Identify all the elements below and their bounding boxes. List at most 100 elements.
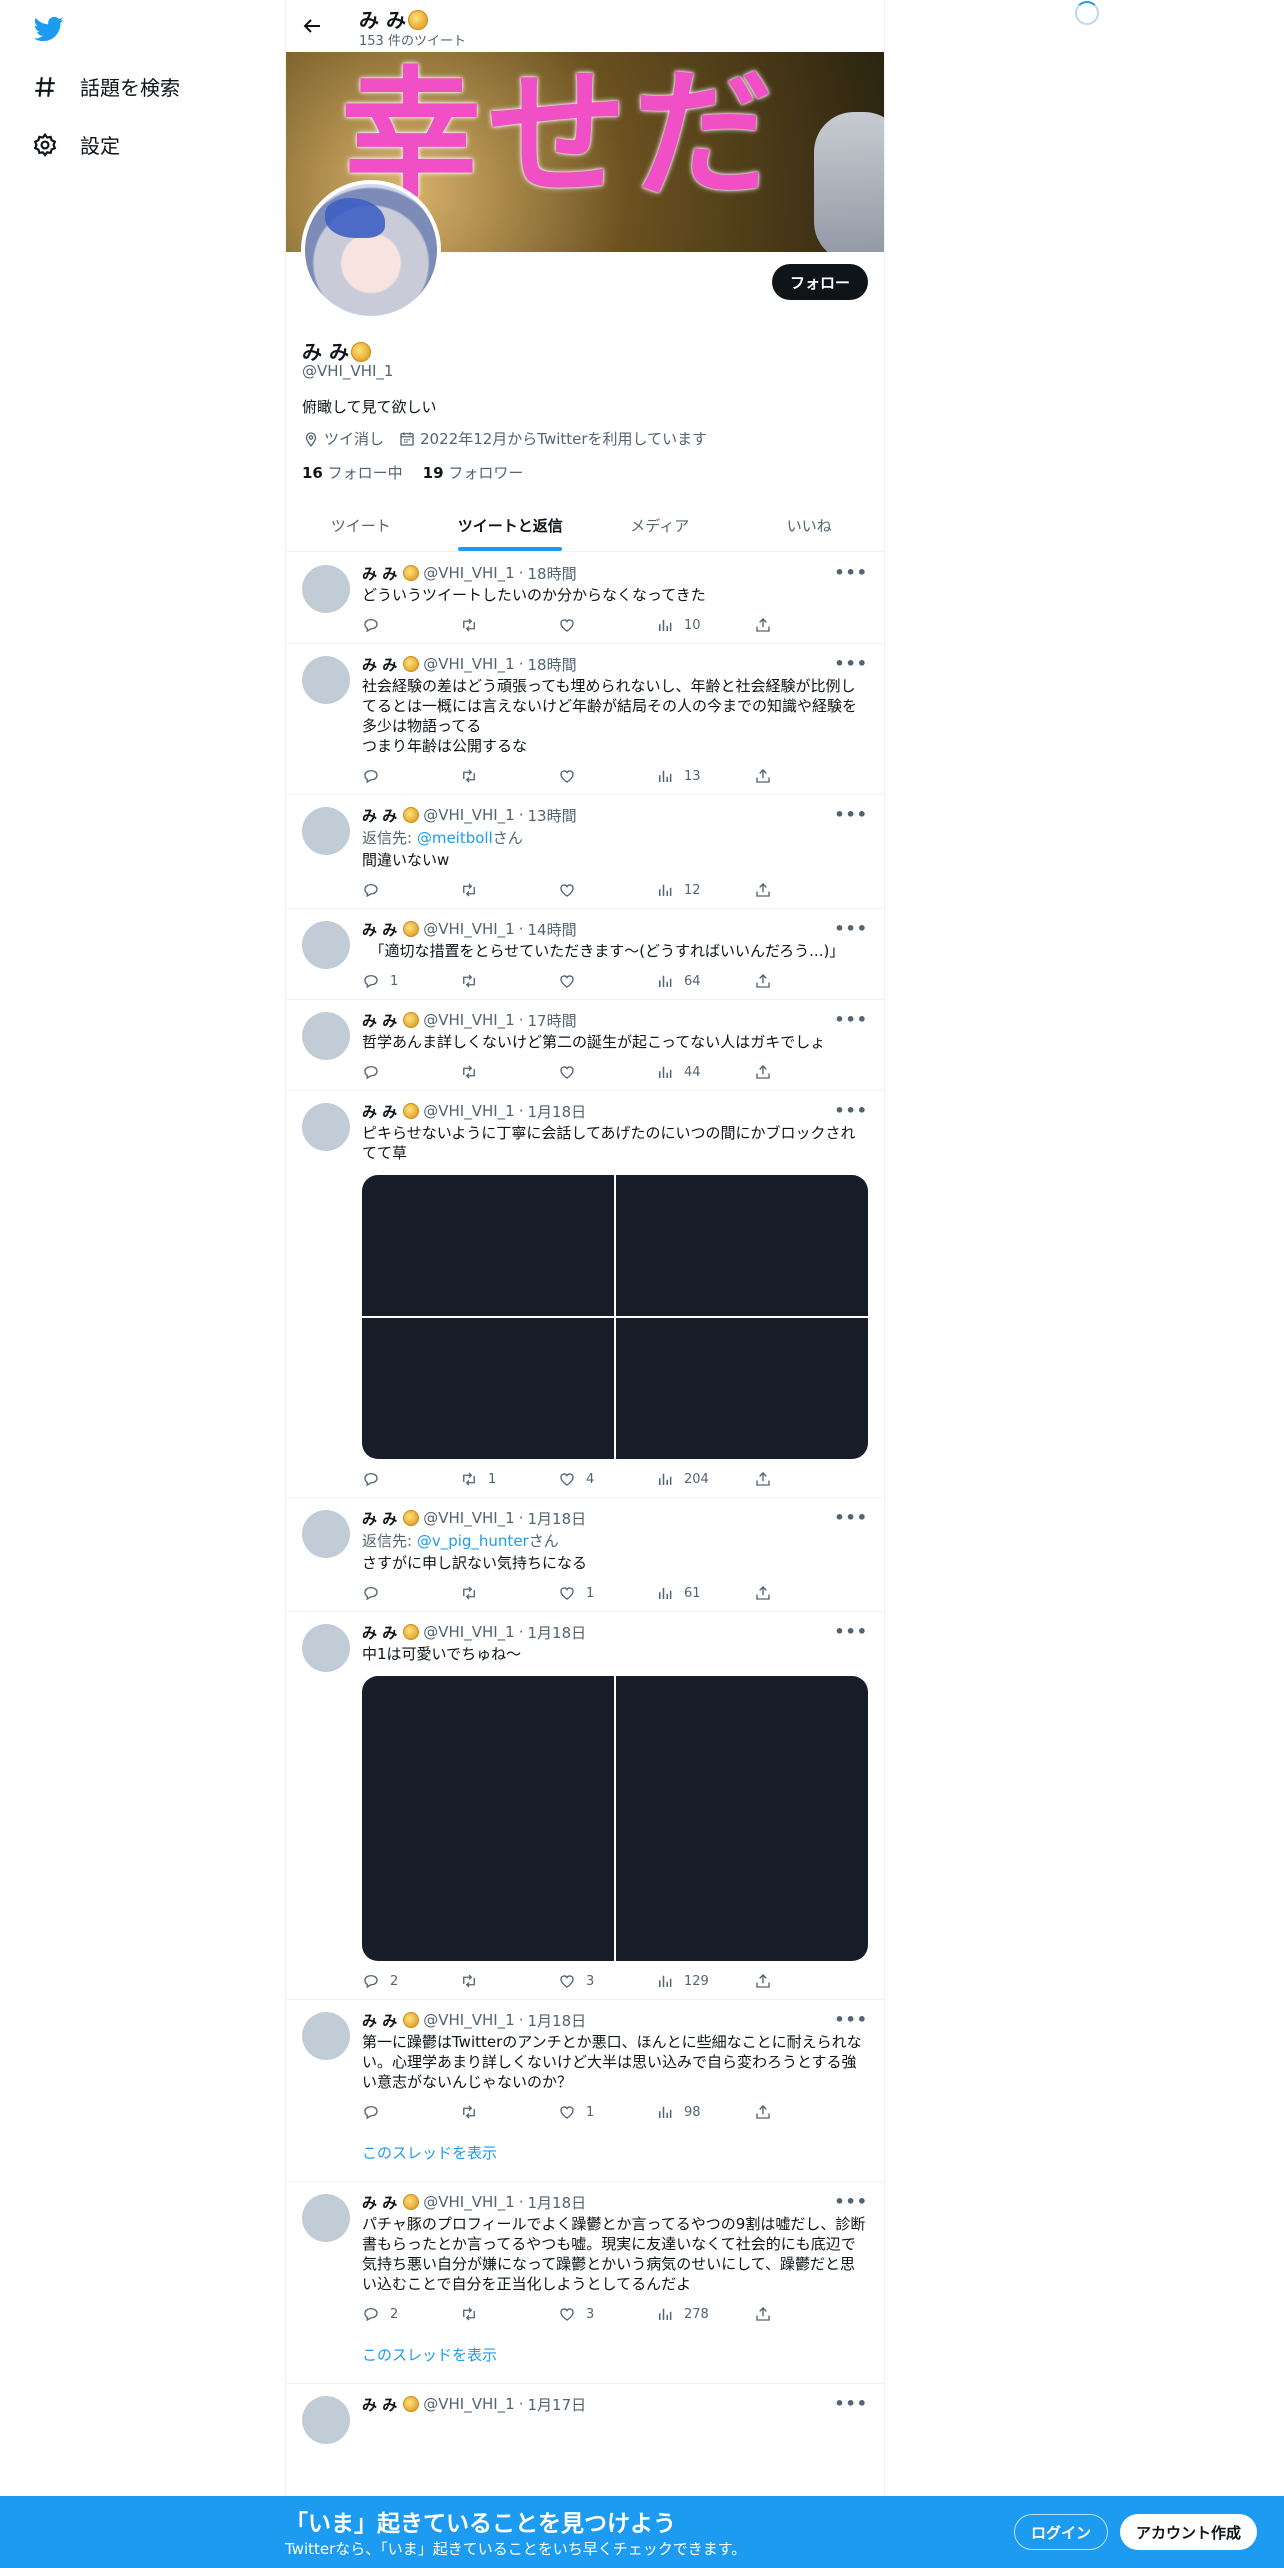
views-button[interactable]: 129	[656, 1972, 754, 1990]
tweet-time[interactable]: 1月17日	[528, 2394, 587, 2415]
tweet-author-handle[interactable]: @VHI_VHI_1	[423, 2193, 514, 2211]
show-thread-link[interactable]: このスレッドを表示	[362, 2324, 868, 2375]
tweet-author-handle[interactable]: @VHI_VHI_1	[423, 1011, 514, 1029]
tweet-author-handle[interactable]: @VHI_VHI_1	[423, 2011, 514, 2029]
tweet-author-name[interactable]: み み	[362, 2394, 397, 2415]
more-options-icon[interactable]: •••	[834, 1101, 868, 1120]
tab-tweets-and-replies[interactable]: ツイートと返信	[436, 500, 586, 551]
retweet-button[interactable]	[460, 881, 558, 899]
tweet-image[interactable]	[616, 1175, 868, 1316]
tweet[interactable]: み み @VHI_VHI_1 · 1月18日 ••• 返信先: @v_pig_hunter…	[286, 1498, 884, 1612]
tweet-avatar[interactable]	[302, 2012, 350, 2060]
tweet-author-handle[interactable]: @VHI_VHI_1	[423, 655, 514, 673]
retweet-button[interactable]	[460, 972, 558, 990]
twitter-bird-icon[interactable]	[32, 14, 66, 44]
tweet-author-handle[interactable]: @VHI_VHI_1	[423, 564, 514, 582]
tweet-image[interactable]	[616, 1676, 868, 1961]
more-options-icon[interactable]: •••	[834, 2010, 868, 2029]
tweet[interactable]: み み @VHI_VHI_1 · 1月18日 ••• 中1は可愛いでちゅね〜 2 3 129	[286, 1612, 884, 2000]
more-options-icon[interactable]: •••	[834, 805, 868, 824]
tweet-author-name[interactable]: み み	[362, 2010, 397, 2031]
tweet-author-name[interactable]: み み	[362, 1010, 397, 1031]
reply-button[interactable]	[362, 2103, 460, 2121]
retweet-button[interactable]	[460, 1063, 558, 1081]
like-button[interactable]	[558, 1063, 656, 1081]
views-button[interactable]: 204	[656, 1470, 754, 1488]
views-button[interactable]: 61	[656, 1584, 754, 1602]
more-options-icon[interactable]: •••	[834, 2192, 868, 2211]
views-button[interactable]: 64	[656, 972, 754, 990]
back-arrow-icon[interactable]	[300, 14, 324, 38]
tab-likes[interactable]: いいね	[735, 500, 885, 551]
reply-button[interactable]: 2	[362, 1972, 460, 1990]
views-button[interactable]: 13	[656, 767, 754, 785]
share-button[interactable]	[754, 1972, 852, 1990]
reply-to-handle[interactable]: @v_pig_hunter	[417, 1532, 529, 1550]
tweet[interactable]: み み @VHI_VHI_1 · 1月17日 •••	[286, 2384, 884, 2444]
more-options-icon[interactable]: •••	[834, 1622, 868, 1641]
more-options-icon[interactable]: •••	[834, 919, 868, 938]
like-button[interactable]: 3	[558, 1972, 656, 1990]
tweet-author-name[interactable]: み み	[362, 1622, 397, 1643]
more-options-icon[interactable]: •••	[834, 2394, 868, 2413]
views-button[interactable]: 98	[656, 2103, 754, 2121]
tweet-image[interactable]	[362, 1676, 614, 1961]
reply-button[interactable]	[362, 616, 460, 634]
tweet-author-name[interactable]: み み	[362, 1101, 397, 1122]
followers-link[interactable]: 19 フォロワー	[423, 462, 524, 483]
more-options-icon[interactable]: •••	[834, 654, 868, 673]
tab-media[interactable]: メディア	[585, 500, 735, 551]
show-thread-link[interactable]: このスレッドを表示	[362, 2122, 868, 2173]
tweet-author-handle[interactable]: @VHI_VHI_1	[423, 920, 514, 938]
tweet-avatar[interactable]	[302, 1012, 350, 1060]
follow-button[interactable]: フォロー	[771, 264, 868, 300]
tweet-image[interactable]	[362, 1318, 614, 1459]
like-button[interactable]	[558, 616, 656, 634]
tweet[interactable]: み み @VHI_VHI_1 · 1月18日 ••• パチャ豚のプロフィールでよく躁鬱とか…	[286, 2182, 884, 2384]
like-button[interactable]	[558, 767, 656, 785]
reply-button[interactable]	[362, 767, 460, 785]
tweet[interactable]: み み @VHI_VHI_1 · 14時間 ••• 「適切な措置をとらせていただきます～…	[286, 909, 884, 1000]
tweet-time[interactable]: 18時間	[528, 654, 577, 675]
retweet-button[interactable]	[460, 1972, 558, 1990]
more-options-icon[interactable]: •••	[834, 1010, 868, 1029]
share-button[interactable]	[754, 1063, 852, 1081]
like-button[interactable]: 1	[558, 2103, 656, 2121]
tweet-avatar[interactable]	[302, 1624, 350, 1672]
tweet[interactable]: み み @VHI_VHI_1 · 13時間 ••• 返信先: @meitbollさん 間違い…	[286, 795, 884, 909]
tweet-avatar[interactable]	[302, 921, 350, 969]
retweet-button[interactable]	[460, 2305, 558, 2323]
reply-button[interactable]: 2	[362, 2305, 460, 2323]
tweet[interactable]: み み @VHI_VHI_1 · 1月18日 ••• 第一に躁鬱はTwitterのアンチと…	[286, 2000, 884, 2182]
tweet-time[interactable]: 14時間	[528, 919, 577, 940]
like-button[interactable]	[558, 881, 656, 899]
more-options-icon[interactable]: •••	[834, 1508, 868, 1527]
share-button[interactable]	[754, 1470, 852, 1488]
reply-button[interactable]	[362, 1584, 460, 1602]
share-button[interactable]	[754, 881, 852, 899]
tab-tweets[interactable]: ツイート	[286, 500, 436, 551]
tweet-avatar[interactable]	[302, 2194, 350, 2242]
tweet-author-handle[interactable]: @VHI_VHI_1	[423, 1623, 514, 1641]
reply-button[interactable]	[362, 881, 460, 899]
tweet-time[interactable]: 1月18日	[528, 1101, 587, 1122]
tweet-author-handle[interactable]: @VHI_VHI_1	[423, 806, 514, 824]
retweet-button[interactable]	[460, 616, 558, 634]
tweet-image[interactable]	[362, 1175, 614, 1316]
following-link[interactable]: 16 フォロー中	[302, 462, 403, 483]
reply-button[interactable]	[362, 1063, 460, 1081]
signup-button[interactable]: アカウント作成	[1120, 2514, 1258, 2550]
share-button[interactable]	[754, 616, 852, 634]
tweet[interactable]: み み @VHI_VHI_1 · 18時間 ••• どういうツイートしたいのか分からなくな…	[286, 553, 884, 644]
tweet-time[interactable]: 1月18日	[528, 1622, 587, 1643]
more-options-icon[interactable]: •••	[834, 563, 868, 582]
tweet-time[interactable]: 18時間	[528, 563, 577, 584]
tweet[interactable]: み み @VHI_VHI_1 · 18時間 ••• 社会経験の差はどう頑張っても埋められな…	[286, 644, 884, 795]
share-button[interactable]	[754, 2103, 852, 2121]
reply-button[interactable]	[362, 1470, 460, 1488]
tweet-author-name[interactable]: み み	[362, 2192, 397, 2213]
like-button[interactable]	[558, 972, 656, 990]
retweet-button[interactable]: 1	[460, 1470, 558, 1488]
tweet-author-handle[interactable]: @VHI_VHI_1	[423, 1102, 514, 1120]
tweet-avatar[interactable]	[302, 656, 350, 704]
